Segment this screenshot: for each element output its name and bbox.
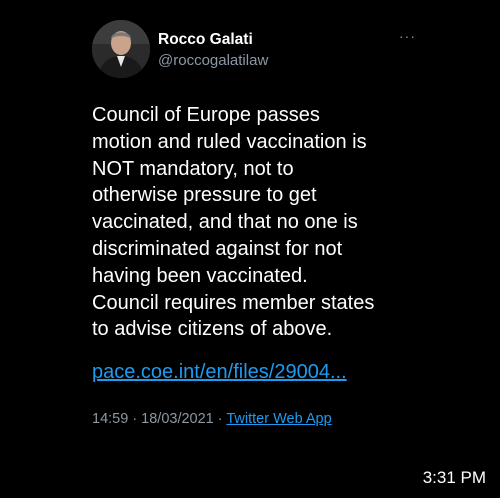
tweet-timestamp: 14:59 · 18/03/2021 · <box>92 411 227 428</box>
tweet-body: Council of Europe passes motion and rule… <box>92 102 418 343</box>
more-options-icon[interactable]: ··· <box>399 28 416 44</box>
avatar[interactable] <box>92 20 150 78</box>
tweet-body-line: Council of Europe passes <box>92 104 320 126</box>
tweet-body-line: Council requires member states <box>92 291 375 314</box>
tweet-header: Rocco Galati @roccogalatilaw ··· <box>92 20 418 80</box>
tweet-card: Rocco Galati @roccogalatilaw ··· Council… <box>92 20 418 427</box>
author-handle[interactable]: @roccogalatilaw <box>158 51 268 70</box>
tweet-body-line: discriminated against for not <box>92 237 343 260</box>
tweet-body-line: otherwise pressure to get <box>92 184 317 207</box>
tweet-source-link[interactable]: Twitter Web App <box>226 411 331 427</box>
tweet-link[interactable]: pace.coe.int/en/files/29004... <box>92 359 418 385</box>
status-bar-time: 3:31 PM <box>422 468 486 487</box>
tweet-body-line: to advise citizens of above. <box>92 318 333 341</box>
profile-photo-icon <box>92 20 150 78</box>
author-display-name[interactable]: Rocco Galati <box>158 30 268 49</box>
tweet-body-line: having been vaccinated. <box>92 264 308 287</box>
tweet-body-line: motion and ruled vaccination is <box>92 130 367 153</box>
tweet-body-line: NOT mandatory, not to <box>92 157 294 180</box>
tweet-body-line: vaccinated, and that no one is <box>92 211 358 234</box>
tweet-meta: 14:59 · 18/03/2021 · Twitter Web App <box>92 411 418 427</box>
author-names: Rocco Galati @roccogalatilaw <box>158 30 268 70</box>
